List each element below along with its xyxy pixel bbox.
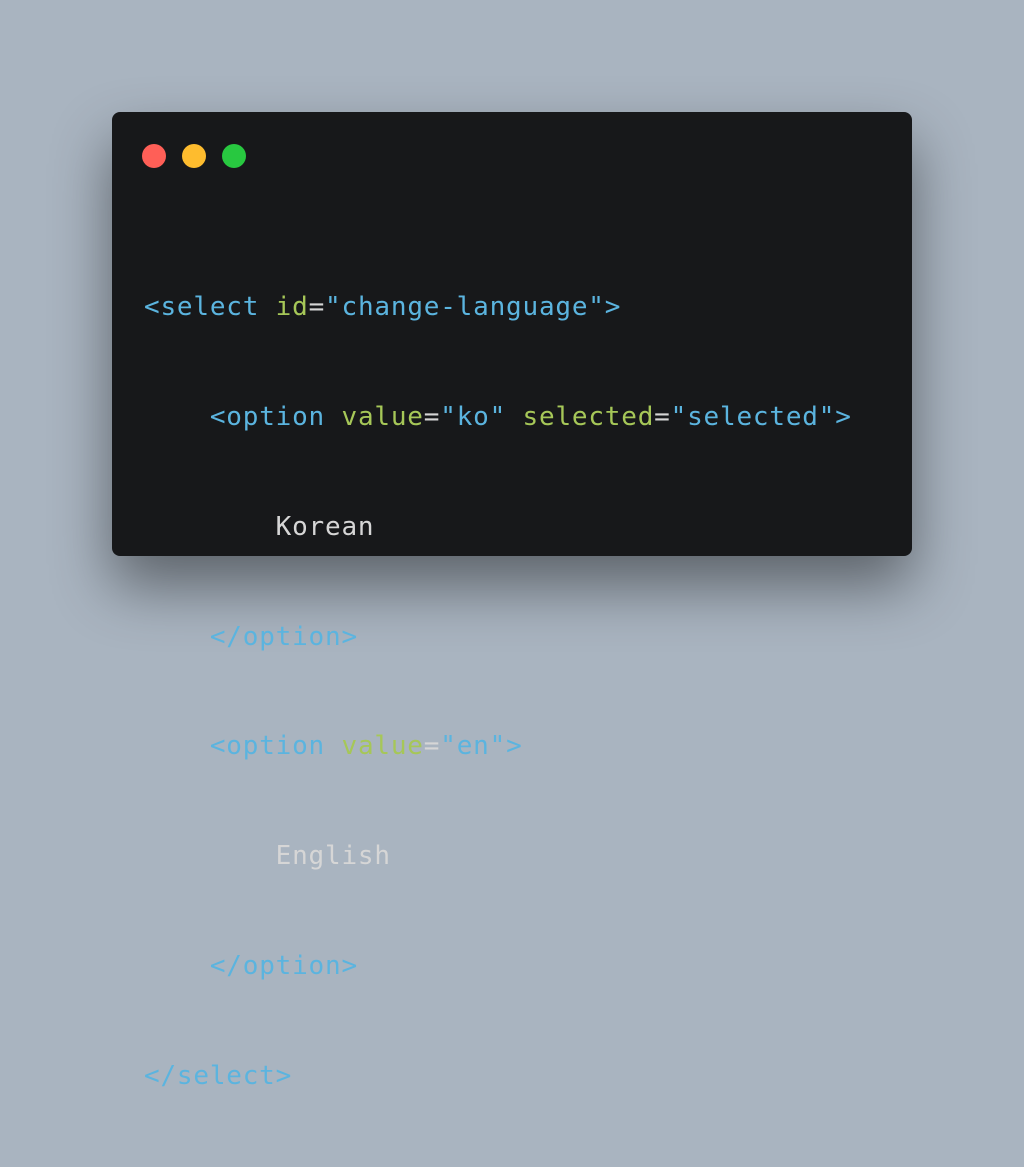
equals-sign: = bbox=[423, 401, 441, 432]
code-line: </option> bbox=[144, 619, 852, 656]
tag-close: > bbox=[604, 292, 622, 323]
code-line: <select id="change-language"> bbox=[144, 289, 852, 326]
code-line: </option> bbox=[144, 948, 852, 985]
close-dot-icon[interactable] bbox=[142, 144, 166, 168]
code-line: </select> bbox=[144, 1058, 852, 1095]
tag-close: > bbox=[835, 401, 852, 432]
attribute-value: "selected" bbox=[670, 401, 836, 432]
equals-sign: = bbox=[308, 292, 326, 323]
zoom-dot-icon[interactable] bbox=[222, 144, 246, 168]
tag-open: <option bbox=[209, 401, 326, 432]
tag-close: > bbox=[506, 731, 523, 762]
equals-sign: = bbox=[423, 731, 441, 762]
closing-tag: </option> bbox=[209, 950, 358, 981]
attribute-name: value bbox=[341, 731, 424, 762]
tag-open: <select bbox=[144, 292, 260, 323]
code-line: English bbox=[144, 838, 852, 875]
closing-tag: </option> bbox=[209, 621, 358, 652]
code-line: <option value="en"> bbox=[144, 728, 852, 765]
minimize-dot-icon[interactable] bbox=[182, 144, 206, 168]
attribute-name: id bbox=[275, 292, 309, 323]
tag-open: <option bbox=[209, 731, 326, 762]
window-controls bbox=[142, 144, 246, 168]
attribute-name: selected bbox=[522, 401, 655, 432]
option-text: English bbox=[275, 841, 391, 872]
attribute-value: "en" bbox=[440, 731, 507, 762]
option-text: Korean bbox=[275, 511, 375, 542]
equals-sign: = bbox=[654, 401, 671, 432]
code-block: <select id="change-language"> <option va… bbox=[144, 216, 852, 1167]
code-window: <select id="change-language"> <option va… bbox=[112, 112, 912, 1091]
code-line: Korean bbox=[144, 509, 852, 546]
attribute-value: "change-language" bbox=[325, 292, 605, 323]
closing-tag: </select> bbox=[144, 1060, 293, 1091]
attribute-value: "ko" bbox=[440, 401, 507, 432]
attribute-name: value bbox=[341, 401, 424, 432]
code-line: <option value="ko" selected="selected"> bbox=[144, 399, 852, 436]
